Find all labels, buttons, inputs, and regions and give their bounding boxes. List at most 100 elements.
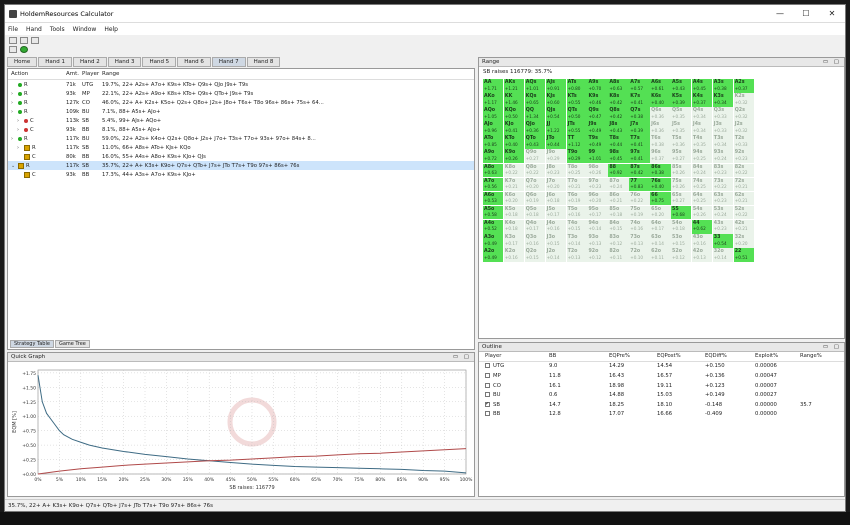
expand-arrow-icon[interactable]: › bbox=[11, 136, 16, 142]
strategy-row[interactable]: R 71k UTG 19.7%, 22+ A2s+ A7o+ K9s+ KTo+ Q9… bbox=[8, 80, 474, 89]
minimize-button[interactable]: — bbox=[767, 9, 793, 18]
hand-cell[interactable]: 65o +0.20 bbox=[650, 205, 671, 220]
hand-cell[interactable]: 75s +0.26 bbox=[671, 177, 692, 192]
outline-row[interactable]: CO 16.1 18.98 19.11 +0.123 0.00007 bbox=[479, 381, 844, 391]
panel-controls-icon[interactable]: ▭ ▢ bbox=[823, 59, 841, 65]
player-checkbox[interactable] bbox=[485, 363, 490, 369]
hand-cell[interactable]: Q9s +0.47 bbox=[587, 107, 608, 121]
hand-cell[interactable]: J5s +0.35 bbox=[671, 121, 692, 135]
tab-hand-7[interactable]: Hand 7 bbox=[211, 57, 246, 67]
hand-cell[interactable]: 96o +0.20 bbox=[587, 191, 608, 206]
hand-cell[interactable]: K8s +0.42 bbox=[608, 93, 629, 107]
outline-row[interactable]: UTG 9.0 14.29 14.54 +0.150 0.00006 bbox=[479, 362, 844, 372]
hand-cell[interactable]: 63o +0.14 bbox=[650, 234, 671, 248]
hand-cell[interactable]: A3s +0.38 bbox=[712, 79, 734, 93]
hand-cell[interactable]: 64s +0.25 bbox=[691, 191, 713, 206]
hand-cell[interactable]: 64o +0.17 bbox=[650, 219, 671, 234]
hand-cell[interactable]: 65s +0.27 bbox=[671, 191, 692, 206]
player-checkbox[interactable] bbox=[485, 382, 490, 388]
hand-cell[interactable]: J8s +0.43 bbox=[608, 121, 629, 135]
hand-cell[interactable]: A2s +0.37 bbox=[733, 79, 755, 93]
hand-cell[interactable]: QJs +0.54 bbox=[545, 107, 567, 121]
strategy-row[interactable]: › R 93k MP 22.1%, 22+ A2s+ A9o+ K8s+ KTo+ Q9… bbox=[8, 89, 474, 98]
import-icon[interactable] bbox=[9, 46, 17, 53]
hand-cell[interactable]: 98s +0.45 bbox=[608, 149, 629, 164]
hand-cell[interactable]: 82s +0.22 bbox=[733, 163, 755, 178]
strategy-row[interactable]: › R 117k SB 11.0%, 66+ A8s+ ATo+ KJs+ KQo bbox=[8, 143, 474, 152]
hand-cell[interactable]: 73o +0.13 bbox=[629, 234, 650, 248]
hand-cell[interactable]: KQs +0.65 bbox=[524, 93, 546, 107]
outline-row[interactable]: BB 12.8 17.07 16.66 -0.409 0.00000 bbox=[479, 410, 844, 420]
strategy-row[interactable]: › C 113k SB 5.4%, 99+ AJs+ AQo+ bbox=[8, 116, 474, 125]
expand-arrow-icon[interactable]: › bbox=[11, 100, 16, 106]
open-folder-icon[interactable] bbox=[31, 37, 39, 44]
hand-cell[interactable]: AJo +0.96 bbox=[483, 121, 504, 135]
hand-cell[interactable]: K5o +0.18 bbox=[503, 205, 525, 220]
hand-cell[interactable]: KTo +0.40 bbox=[503, 135, 525, 149]
hand-cell[interactable]: 66 +0.75 bbox=[650, 191, 671, 206]
hand-cell[interactable]: 75o +0.19 bbox=[629, 205, 650, 220]
hand-cell[interactable]: K4o +0.18 bbox=[503, 219, 525, 234]
hand-cell[interactable]: 86o +0.21 bbox=[608, 191, 629, 206]
hand-cell[interactable]: KK +1.46 bbox=[503, 93, 525, 107]
hand-cell[interactable]: 77 +0.83 bbox=[629, 177, 650, 192]
hand-cell[interactable]: 76o +0.22 bbox=[629, 191, 650, 206]
hand-cell[interactable]: K2o +0.16 bbox=[503, 248, 525, 262]
hand-cell[interactable]: 92o +0.12 bbox=[587, 248, 608, 262]
outline-row[interactable]: SB 14.7 18.25 18.10 -0.148 0.00000 35.7 bbox=[479, 400, 844, 410]
hand-cell[interactable]: TT +1.12 bbox=[566, 135, 587, 149]
save-icon[interactable] bbox=[20, 37, 28, 44]
expand-arrow-icon[interactable]: ⌄ bbox=[11, 163, 16, 169]
hand-cell[interactable]: AKs +1.21 bbox=[503, 79, 525, 93]
hand-cell[interactable]: QQ +1.34 bbox=[524, 107, 546, 121]
hand-cell[interactable]: A8o +0.63 bbox=[483, 163, 504, 178]
hand-cell[interactable]: K3s +0.34 bbox=[712, 93, 734, 107]
hand-cell[interactable]: AQo +1.05 bbox=[483, 107, 504, 121]
hand-cell[interactable]: 94s +0.25 bbox=[691, 149, 713, 164]
expand-arrow-icon[interactable]: › bbox=[17, 145, 22, 151]
menu-hand[interactable]: Hand bbox=[26, 26, 42, 33]
strategy-row[interactable]: C 93k BB 17.3%, 44+ A3s+ A7o+ K9s+ KJo+ bbox=[8, 170, 474, 179]
hand-cell[interactable]: 87s +0.42 bbox=[629, 163, 650, 178]
expand-arrow-icon[interactable]: › bbox=[17, 118, 22, 124]
hand-cell[interactable]: 74s +0.25 bbox=[691, 177, 713, 192]
hand-cell[interactable]: K9o +0.26 bbox=[503, 149, 525, 164]
hand-cell[interactable]: 54s +0.26 bbox=[691, 205, 713, 220]
hand-cell[interactable]: 95s +0.27 bbox=[671, 149, 692, 164]
hand-cell[interactable]: A4s +0.45 bbox=[691, 79, 713, 93]
tab-hand-3[interactable]: Hand 3 bbox=[107, 57, 142, 67]
tab-hand-5[interactable]: Hand 5 bbox=[142, 57, 177, 67]
hand-cell[interactable]: 72o +0.10 bbox=[629, 248, 650, 262]
hand-cell[interactable]: K4s +0.37 bbox=[691, 93, 713, 107]
menu-help[interactable]: Help bbox=[104, 26, 118, 33]
hand-cell[interactable]: T9s +0.49 bbox=[587, 135, 608, 149]
hand-cell[interactable]: Q3s +0.33 bbox=[712, 107, 734, 121]
hand-cell[interactable]: A4o +0.52 bbox=[483, 219, 504, 234]
tab-hand-1[interactable]: Hand 1 bbox=[38, 57, 72, 67]
hand-cell[interactable]: 63s +0.23 bbox=[712, 191, 734, 206]
hand-cell[interactable]: 33 +0.54 bbox=[712, 234, 734, 248]
hand-cell[interactable]: A3o +0.49 bbox=[483, 234, 504, 248]
expand-arrow-icon[interactable]: › bbox=[11, 109, 16, 115]
hand-cell[interactable]: 43o +0.16 bbox=[691, 234, 713, 248]
hand-cell[interactable]: A5o +0.58 bbox=[483, 205, 504, 220]
hand-cell[interactable]: QTs +0.50 bbox=[566, 107, 587, 121]
hand-cell[interactable]: T6s +0.38 bbox=[650, 135, 671, 149]
hand-cell[interactable]: 72s +0.21 bbox=[733, 177, 755, 192]
hand-cell[interactable]: J4s +0.34 bbox=[691, 121, 713, 135]
tab-hand-2[interactable]: Hand 2 bbox=[72, 57, 107, 67]
expand-arrow-icon[interactable]: › bbox=[11, 91, 16, 97]
hand-cell[interactable]: 73s +0.22 bbox=[712, 177, 734, 192]
hand-cell[interactable]: T5o +0.16 bbox=[566, 205, 587, 220]
hand-cell[interactable]: 93s +0.24 bbox=[712, 149, 734, 164]
hand-cell[interactable]: JTs +0.55 bbox=[566, 121, 587, 135]
hand-cell[interactable]: KTs +0.55 bbox=[566, 93, 587, 107]
hand-cell[interactable]: KQo +0.50 bbox=[503, 107, 525, 121]
hand-cell[interactable]: KJo +0.41 bbox=[503, 121, 525, 135]
hand-cell[interactable]: J6s +0.36 bbox=[650, 121, 671, 135]
hand-cell[interactable]: K2s +0.32 bbox=[733, 93, 755, 107]
hand-cell[interactable]: J2s +0.32 bbox=[733, 121, 755, 135]
hand-cell[interactable]: Q3o +0.16 bbox=[524, 234, 546, 248]
hand-cell[interactable]: JTo +0.44 bbox=[545, 135, 567, 149]
hand-cell[interactable]: 88 +0.92 bbox=[608, 163, 629, 178]
